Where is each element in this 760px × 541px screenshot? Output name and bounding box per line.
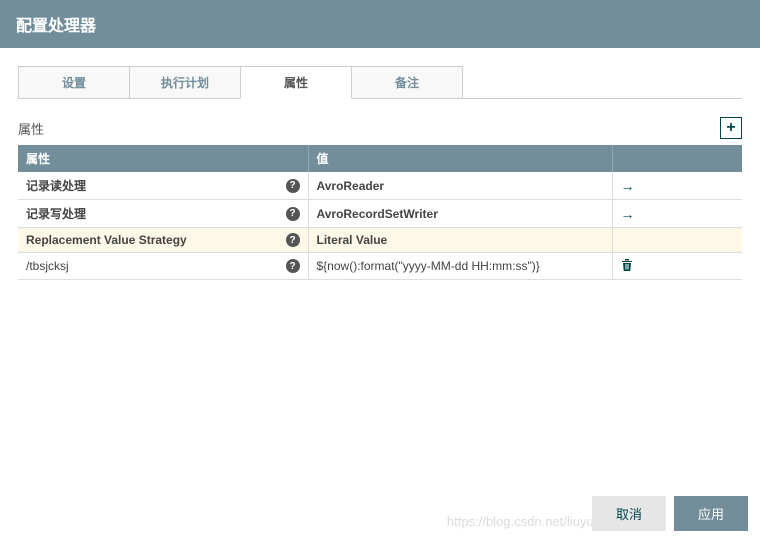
table-row[interactable]: 记录读处理 ? AvroReader → <box>18 172 742 200</box>
tab-comments[interactable]: 备注 <box>351 66 463 98</box>
add-property-button[interactable]: + <box>720 117 742 139</box>
property-name: 记录读处理 <box>26 177 86 194</box>
goto-icon[interactable]: → <box>621 206 635 222</box>
properties-table: 属性 值 记录读处理 ? AvroReader → 记录写处理 <box>18 145 742 280</box>
cancel-button[interactable]: 取消 <box>592 496 666 531</box>
tab-settings[interactable]: 设置 <box>18 66 130 98</box>
goto-icon[interactable]: → <box>621 178 635 194</box>
dialog-title: 配置处理器 <box>0 0 760 48</box>
help-icon[interactable]: ? <box>286 233 300 247</box>
tab-bar: 设置 执行计划 属性 备注 <box>18 66 742 99</box>
column-header-value: 值 <box>308 145 612 172</box>
property-name: Replacement Value Strategy <box>26 233 187 247</box>
property-value[interactable]: Literal Value <box>317 233 388 247</box>
column-header-action <box>612 145 742 172</box>
dialog-body: 设置 执行计划 属性 备注 属性 + 属性 值 记录读处理 ? <box>0 48 760 280</box>
delete-icon[interactable] <box>621 258 633 271</box>
tab-scheduling[interactable]: 执行计划 <box>129 66 241 98</box>
property-value[interactable]: ${now():format("yyyy-MM-dd HH:mm:ss")} <box>317 259 540 273</box>
apply-button[interactable]: 应用 <box>674 496 748 531</box>
column-header-name: 属性 <box>18 145 308 172</box>
help-icon[interactable]: ? <box>286 259 300 273</box>
property-value[interactable]: AvroReader <box>317 179 385 193</box>
table-row[interactable]: 记录写处理 ? AvroRecordSetWriter → <box>18 200 742 228</box>
table-row[interactable]: Replacement Value Strategy ? Literal Val… <box>18 228 742 253</box>
property-name: 记录写处理 <box>26 205 86 222</box>
tab-properties[interactable]: 属性 <box>240 66 352 99</box>
help-icon[interactable]: ? <box>286 179 300 193</box>
plus-icon: + <box>726 119 735 137</box>
table-row[interactable]: /tbsjcksj ? ${now():format("yyyy-MM-dd H… <box>18 253 742 280</box>
property-name: /tbsjcksj <box>26 259 69 273</box>
help-icon[interactable]: ? <box>286 207 300 221</box>
section-title: 属性 <box>18 119 44 138</box>
dialog-footer: 取消 应用 <box>592 486 760 541</box>
property-value[interactable]: AvroRecordSetWriter <box>317 207 438 221</box>
section-header: 属性 + <box>18 117 742 139</box>
